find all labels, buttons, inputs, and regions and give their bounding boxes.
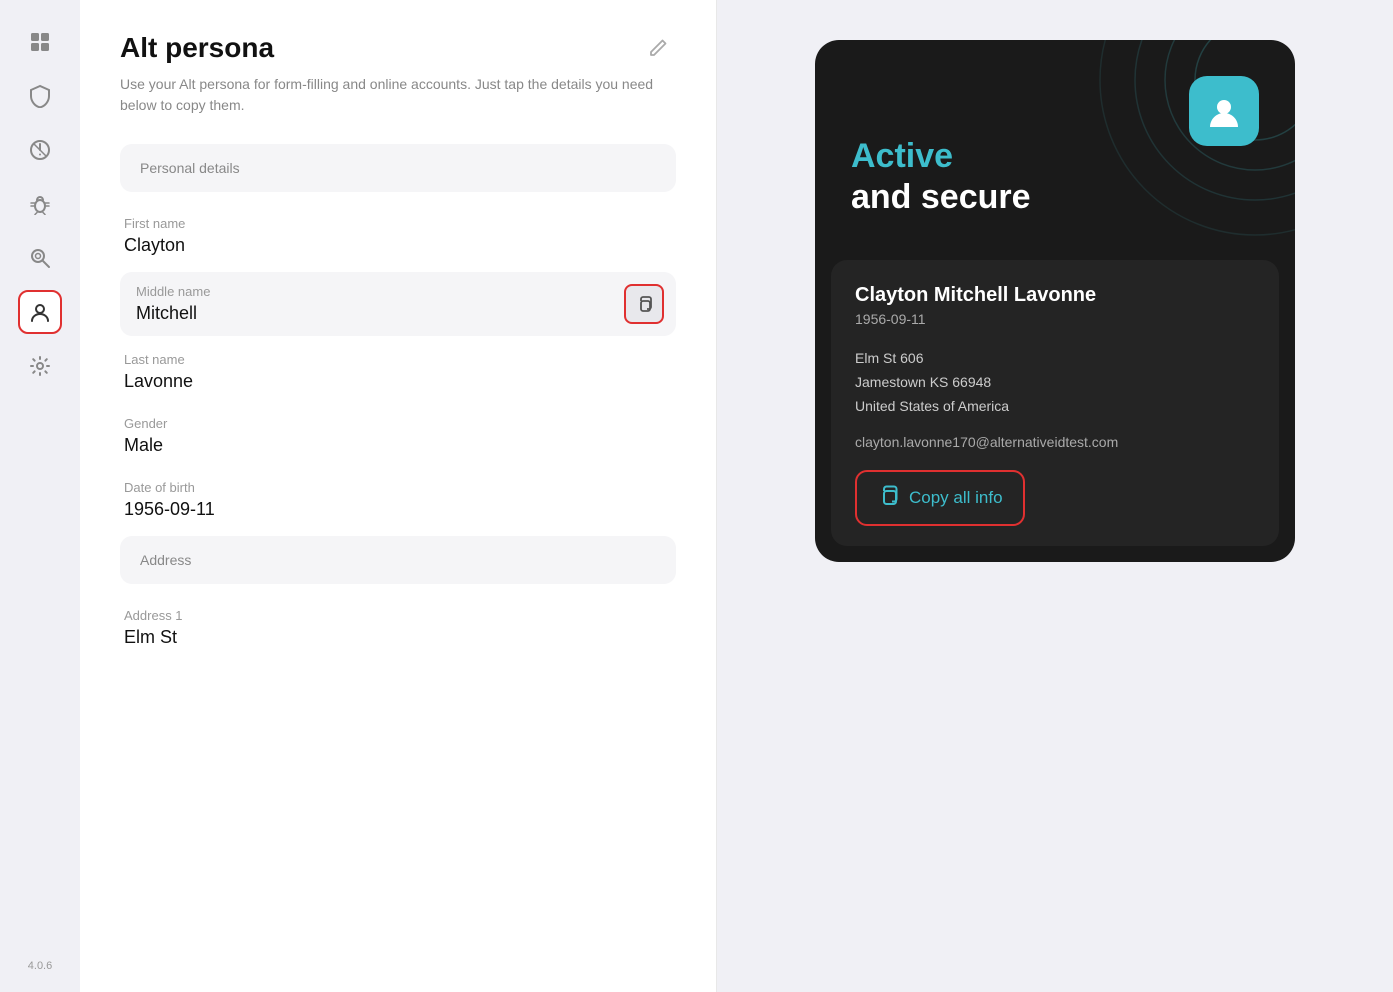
identity-card: Active and secure Clayton Mitchell Lavon…: [815, 40, 1295, 562]
copy-middle-name-button[interactable]: [624, 284, 664, 324]
page-subtitle: Use your Alt persona for form-filling an…: [120, 74, 676, 116]
card-address-line2: Jamestown KS 66948: [855, 371, 1255, 395]
page-header: Alt persona: [120, 30, 676, 66]
card-address: Elm St 606 Jamestown KS 66948 United Sta…: [855, 347, 1255, 418]
card-name: Clayton Mitchell Lavonne: [855, 284, 1255, 307]
value-gender: Male: [124, 435, 672, 456]
label-middle-name: Middle name: [136, 284, 660, 299]
card-bottom: Clayton Mitchell Lavonne 1956-09-11 Elm …: [831, 260, 1279, 546]
sidebar-item-search[interactable]: [18, 236, 62, 280]
copy-all-button[interactable]: Copy all info: [855, 470, 1025, 526]
edit-button[interactable]: [640, 30, 676, 66]
value-middle-name: Mitchell: [136, 303, 660, 324]
field-address1: Address 1 Elm St: [120, 600, 676, 656]
sidebar: 4.0.6: [0, 0, 80, 992]
sidebar-item-shield[interactable]: [18, 74, 62, 118]
section-header-personal: Personal details: [120, 144, 676, 192]
field-dob: Date of birth 1956-09-11: [120, 472, 676, 528]
section-header-address: Address: [120, 536, 676, 584]
value-address1: Elm St: [124, 627, 672, 648]
card-address-line3: United States of America: [855, 395, 1255, 419]
field-first-name: First name Clayton: [120, 208, 676, 264]
page-title: Alt persona: [120, 32, 274, 64]
sidebar-item-grid[interactable]: [18, 20, 62, 64]
value-last-name: Lavonne: [124, 371, 672, 392]
main-content-panel: Alt persona Use your Alt persona for for…: [80, 0, 717, 992]
card-dob: 1956-09-11: [855, 311, 1255, 327]
label-last-name: Last name: [124, 352, 672, 367]
copy-all-label: Copy all info: [909, 488, 1003, 508]
field-last-name: Last name Lavonne: [120, 344, 676, 400]
right-panel: Active and secure Clayton Mitchell Lavon…: [717, 0, 1393, 992]
label-first-name: First name: [124, 216, 672, 231]
field-middle-name[interactable]: Middle name Mitchell: [120, 272, 676, 336]
card-top: Active and secure: [815, 40, 1295, 260]
copy-all-icon: [877, 484, 899, 512]
sidebar-item-bug[interactable]: [18, 182, 62, 226]
label-gender: Gender: [124, 416, 672, 431]
label-address1: Address 1: [124, 608, 672, 623]
version-label: 4.0.6: [28, 960, 52, 972]
sidebar-item-alert[interactable]: [18, 128, 62, 172]
label-dob: Date of birth: [124, 480, 672, 495]
card-address-line1: Elm St 606: [855, 347, 1255, 371]
sidebar-item-persona[interactable]: [18, 290, 62, 334]
field-gender: Gender Male: [120, 408, 676, 464]
value-first-name: Clayton: [124, 235, 672, 256]
sidebar-item-settings[interactable]: [18, 344, 62, 388]
card-avatar: [1189, 76, 1259, 146]
value-dob: 1956-09-11: [124, 499, 672, 520]
circles-decoration: [1055, 40, 1295, 280]
card-email: clayton.lavonne170@alternativeidtest.com: [855, 434, 1255, 450]
